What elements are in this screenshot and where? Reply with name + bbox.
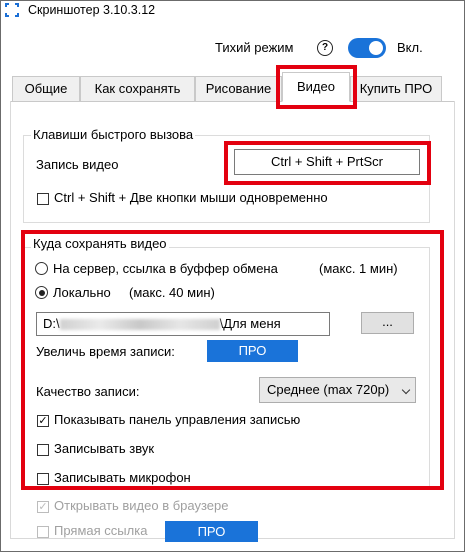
tab-drawing[interactable]: Рисование [195,76,282,101]
tab-how-to-save[interactable]: Как сохранять [80,76,195,101]
quiet-mode-label: Тихий режим [215,40,294,55]
direct-link-checkbox[interactable] [37,526,49,538]
help-icon[interactable]: ? [317,40,333,56]
hotkeys-group-title: Клавиши быстрого вызова [31,127,196,142]
quiet-mode-state-label: Вкл. [397,40,423,55]
mouse-buttons-label: Ctrl + Shift + Две кнопки мыши одновреме… [54,190,328,205]
toggle-knob [369,41,383,55]
highlight-video-tab [276,65,357,109]
quiet-mode-toggle[interactable] [348,38,386,58]
highlight-hotkey [224,141,431,185]
record-video-label: Запись видео [36,157,119,172]
window-title: Скриншотер 3.10.3.12 [28,3,156,17]
open-browser-checkbox[interactable]: ✓ [37,501,49,513]
mouse-buttons-checkbox[interactable] [37,193,49,205]
highlight-save-group [21,230,444,490]
tab-general[interactable]: Общие [12,76,80,101]
direct-link-label: Прямая ссылка [54,523,148,538]
open-browser-label: Открывать видео в браузере [54,498,229,513]
tab-buy-pro[interactable]: Купить ПРО [350,76,442,101]
direct-link-pro-button[interactable]: ПРО [165,521,258,542]
screenshot-app-icon [5,3,19,17]
